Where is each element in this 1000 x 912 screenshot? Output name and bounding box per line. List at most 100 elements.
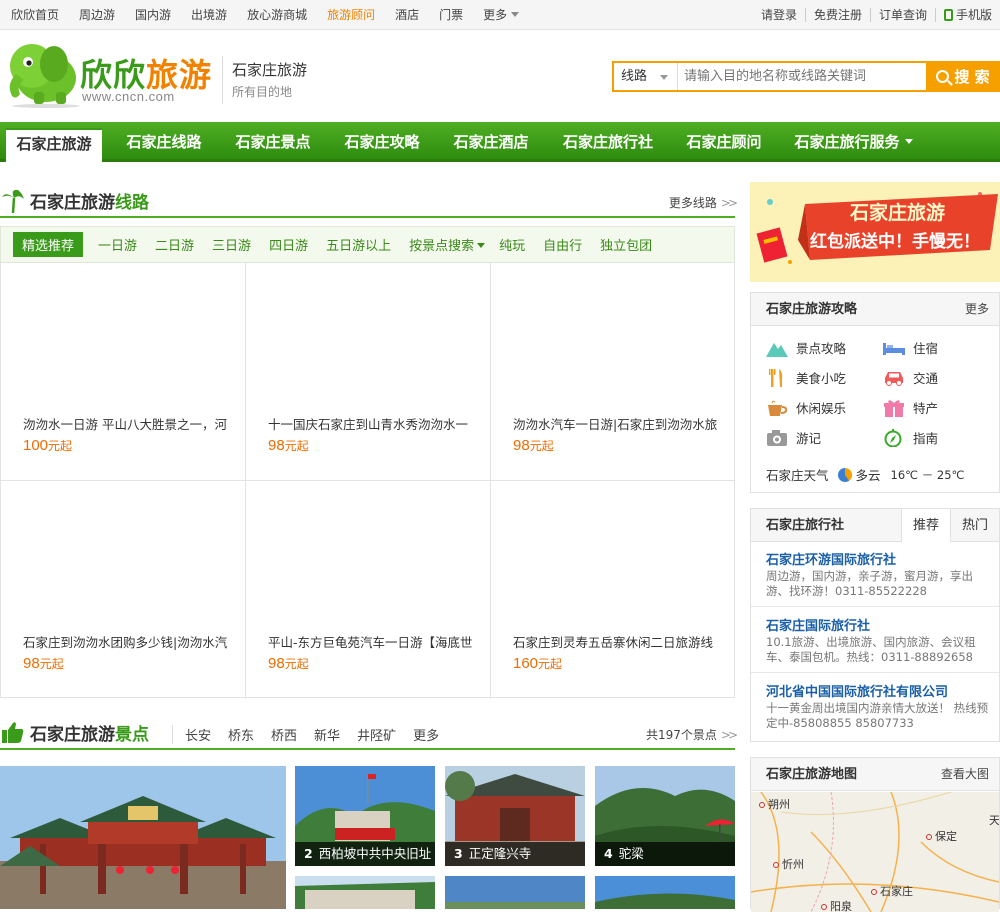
compass-icon xyxy=(884,428,902,447)
district-jingxingkuang[interactable]: 井陉矿 xyxy=(357,725,396,744)
tab-recommended[interactable]: 推荐 xyxy=(900,509,950,543)
login-link[interactable]: 请登录 xyxy=(753,8,805,22)
nav-tab-agencies[interactable]: 石家庄旅行社 xyxy=(553,128,663,162)
nav-tab-guides[interactable]: 石家庄攻略 xyxy=(334,128,430,162)
agency-name[interactable]: 石家庄国际旅行社 xyxy=(766,618,991,635)
guide-item-lodging[interactable]: 住宿 xyxy=(883,338,938,357)
agency-item[interactable]: 河北省中国国际旅行社有限公司 十一黄金周出境国内游亲情大放送！ 热线预定中-85… xyxy=(766,684,991,731)
nav-tab-advisors[interactable]: 石家庄顾问 xyxy=(676,128,772,162)
route-card[interactable]: 平山-东方巨龟苑汽车一日游【海底世 98元起 xyxy=(246,481,491,699)
search-type-select[interactable]: 线路 xyxy=(614,63,678,90)
district-qiaoxi[interactable]: 桥西 xyxy=(271,725,297,744)
topnav-tickets[interactable]: 门票 xyxy=(428,0,472,30)
spot-thumb[interactable]: 2 西柏坡中共中央旧址 xyxy=(295,766,435,866)
route-card[interactable]: 沕沕水汽车一日游|石家庄到沕沕水旅 98元起 xyxy=(491,263,735,481)
topnav-mall[interactable]: 放心游商城 xyxy=(236,0,316,30)
district-xinhua[interactable]: 新华 xyxy=(314,725,340,744)
spot-thumb[interactable] xyxy=(295,876,435,909)
spot-thumb[interactable]: 4 驼梁 xyxy=(595,766,735,866)
agency-name[interactable]: 石家庄环游国际旅行社 xyxy=(766,552,991,569)
filter-5day-plus[interactable]: 五日游以上 xyxy=(326,235,391,254)
order-query-link[interactable]: 订单查询 xyxy=(869,8,935,22)
filter-by-spot-dropdown[interactable]: 按景点搜索 xyxy=(409,235,485,254)
route-title[interactable]: 沕沕水一日游 平山八大胜景之一，河 xyxy=(23,414,228,433)
filter-featured[interactable]: 精选推荐 xyxy=(13,232,84,257)
topnav-hotel[interactable]: 酒店 xyxy=(384,0,428,30)
tab-popular[interactable]: 热门 xyxy=(949,509,999,542)
route-card[interactable]: 十一国庆石家庄到山青水秀沕沕水一 98元起 xyxy=(246,263,491,481)
palm-tree-icon xyxy=(2,189,24,213)
more-routes-link[interactable]: 更多线路 >> xyxy=(669,188,738,218)
spots-section-title: 石家庄旅游景点 xyxy=(30,725,149,745)
guide-more-link[interactable]: 更多 xyxy=(965,293,989,326)
guide-item-food[interactable]: 美食小吃 xyxy=(766,368,846,387)
agency-name[interactable]: 河北省中国国际旅行社有限公司 xyxy=(766,684,991,701)
guide-item-spots[interactable]: 景点攻略 xyxy=(766,338,846,357)
guide-item-guide[interactable]: 指南 xyxy=(883,428,938,447)
banner-line2: 红包派送中！手慢无！ xyxy=(810,232,980,252)
topnav-domestic[interactable]: 国内游 xyxy=(124,0,180,30)
all-destinations-link[interactable]: 所有目的地 xyxy=(232,84,307,100)
red-packet-banner[interactable]: 石家庄旅游 红包派送中！手慢无！ xyxy=(750,182,1000,282)
route-card[interactable]: 沕沕水一日游 平山八大胜景之一，河 100元起 xyxy=(1,263,246,481)
route-grid: 沕沕水一日游 平山八大胜景之一，河 100元起 十一国庆石家庄到山青水秀沕沕水一… xyxy=(0,263,735,699)
route-title[interactable]: 平山-东方巨龟苑汽车一日游【海底世 xyxy=(268,632,473,651)
featured-spot-image[interactable] xyxy=(0,766,286,909)
gift-icon xyxy=(884,399,904,417)
spot-thumb[interactable] xyxy=(595,876,735,909)
spots-count-link[interactable]: 共197个景点 >> xyxy=(646,720,738,750)
spot-thumb[interactable]: 3 正定隆兴寺 xyxy=(445,766,585,866)
nav-tab-routes[interactable]: 石家庄线路 xyxy=(116,128,212,162)
nav-tab-services[interactable]: 石家庄旅行服务 xyxy=(786,128,921,162)
filter-3day[interactable]: 三日游 xyxy=(212,235,251,254)
district-more[interactable]: 更多 xyxy=(413,725,439,744)
guide-item-travelogue[interactable]: 游记 xyxy=(766,428,821,447)
city-switcher[interactable]: 石家庄旅游 所有目的地 xyxy=(222,56,307,104)
view-large-map-link[interactable]: 查看大图 xyxy=(941,758,989,791)
search-button[interactable]: 搜 索 xyxy=(926,61,1000,92)
search-input[interactable] xyxy=(678,63,926,90)
route-title[interactable]: 石家庄到灵寿五岳寨休闲二日旅游线 xyxy=(513,632,718,651)
filter-private-group[interactable]: 独立包团 xyxy=(600,235,652,254)
guide-item-leisure[interactable]: 休闲娱乐 xyxy=(766,398,846,417)
route-title[interactable]: 石家庄到沕沕水团购多少钱|沕沕水汽 xyxy=(23,632,228,651)
topnav-nearby[interactable]: 周边游 xyxy=(68,0,124,30)
map-panel: 石家庄旅游地图 查看大图 朔州 保定 忻州 石家庄 阳泉 天 xyxy=(750,757,1000,912)
filter-independent[interactable]: 自由行 xyxy=(543,235,582,254)
topnav-more-dropdown[interactable]: 更多 xyxy=(472,0,528,30)
nav-tab-hotels[interactable]: 石家庄酒店 xyxy=(443,128,539,162)
mobile-link[interactable]: 手机版 xyxy=(934,8,1000,22)
filter-4day[interactable]: 四日游 xyxy=(269,235,308,254)
coffee-icon xyxy=(768,400,788,416)
route-title[interactable]: 十一国庆石家庄到山青水秀沕沕水一 xyxy=(268,414,473,433)
route-title[interactable]: 沕沕水汽车一日游|石家庄到沕沕水旅 xyxy=(513,414,718,433)
region-map[interactable]: 朔州 保定 忻州 石家庄 阳泉 天 xyxy=(751,792,999,912)
routes-section-header: 石家庄旅游线路 更多线路 >> xyxy=(0,186,738,218)
filter-pure-play[interactable]: 纯玩 xyxy=(499,235,525,254)
nav-tab-tourism[interactable]: 石家庄旅游 xyxy=(6,128,102,162)
agency-desc: 周边游，国内游，亲子游，蜜月游，享出游、找环游！0311-85522228 xyxy=(766,569,973,598)
guide-panel-header: 石家庄旅游攻略 更多 xyxy=(751,293,999,326)
spot-thumb[interactable] xyxy=(445,876,585,909)
district-qiaodong[interactable]: 桥东 xyxy=(228,725,254,744)
topnav-advisor[interactable]: 旅游顾问 xyxy=(316,0,384,30)
topnav-home[interactable]: 欣欣首页 xyxy=(0,0,68,30)
guide-item-transport[interactable]: 交通 xyxy=(883,368,938,387)
route-card[interactable]: 石家庄到沕沕水团购多少钱|沕沕水汽 98元起 xyxy=(1,481,246,699)
elephant-logo-icon[interactable] xyxy=(2,36,82,108)
register-link[interactable]: 免费注册 xyxy=(804,8,870,22)
route-price: 98元起 xyxy=(268,655,309,672)
route-price: 100元起 xyxy=(23,437,73,454)
filter-2day[interactable]: 二日游 xyxy=(155,235,194,254)
agency-item[interactable]: 石家庄环游国际旅行社 周边游，国内游，亲子游，蜜月游，享出游、找环游！0311-… xyxy=(766,552,991,599)
filter-1day[interactable]: 一日游 xyxy=(98,235,137,254)
fork-knife-icon xyxy=(769,368,783,387)
guide-item-specialty[interactable]: 特产 xyxy=(883,398,938,417)
map-place: 朔州 xyxy=(759,796,790,812)
district-changan[interactable]: 长安 xyxy=(185,725,211,744)
agency-item[interactable]: 石家庄国际旅行社 10.1旅游、出境旅游、国内旅游、会议租车、泰国包机。热线：0… xyxy=(766,618,991,665)
nav-tab-spots[interactable]: 石家庄景点 xyxy=(225,128,321,162)
route-card[interactable]: 石家庄到灵寿五岳寨休闲二日旅游线 160元起 xyxy=(491,481,735,699)
topnav-outbound[interactable]: 出境游 xyxy=(180,0,236,30)
divider xyxy=(751,672,999,673)
